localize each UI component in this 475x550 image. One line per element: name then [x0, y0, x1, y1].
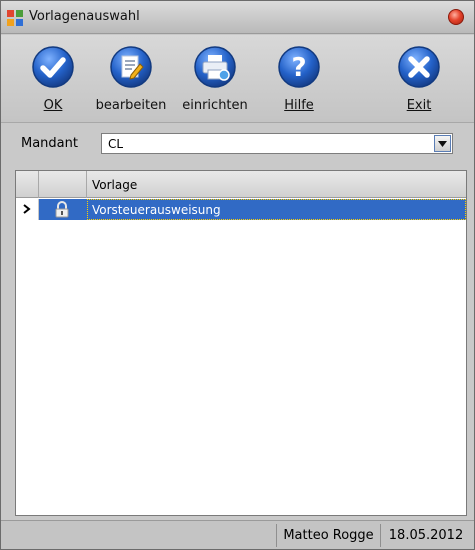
- check-icon: [32, 46, 74, 88]
- bearbeiten-button-label: bearbeiten: [95, 98, 167, 113]
- einrichten-button-label: einrichten: [182, 98, 248, 113]
- close-icon: [398, 46, 440, 88]
- mandant-label: Mandant: [21, 136, 78, 151]
- mandant-row: Mandant CL: [1, 124, 474, 162]
- row-pointer-icon: [23, 204, 31, 214]
- ok-button[interactable]: OK: [13, 41, 93, 119]
- row-indicator-cell: [16, 199, 39, 220]
- row-vorlage-cell[interactable]: Vorsteuerausweisung: [87, 199, 466, 220]
- vorlagen-grid: Vorlage Vorsteuerausweisung: [15, 170, 467, 516]
- mandant-value: CL: [108, 137, 124, 151]
- title-bar[interactable]: Vorlagenauswahl: [1, 1, 474, 34]
- row-vorlage-text: Vorsteuerausweisung: [92, 203, 221, 217]
- mandant-dropdown-button[interactable]: [434, 135, 451, 152]
- window-title: Vorlagenauswahl: [29, 9, 140, 24]
- hilfe-button-label: Hilfe: [284, 98, 314, 113]
- column-header-vorlage[interactable]: Vorlage: [87, 171, 466, 198]
- grid-header: Vorlage: [16, 171, 466, 198]
- help-icon: ?: [278, 46, 320, 88]
- chevron-down-icon: [438, 141, 447, 147]
- hilfe-button[interactable]: ? Hilfe: [259, 41, 339, 119]
- status-date: 18.05.2012: [388, 528, 464, 543]
- toolbar: OK bearbeiten einrichten ? Hilfe Exit: [1, 35, 474, 123]
- bearbeiten-button[interactable]: bearbeiten: [91, 41, 171, 119]
- ok-button-label: OK: [43, 98, 63, 113]
- window: Vorlagenauswahl OK bearbeiten einrichten…: [0, 0, 475, 550]
- window-close-icon[interactable]: [448, 9, 464, 25]
- app-icon: [7, 10, 23, 26]
- status-user: Matteo Rogge: [276, 524, 381, 547]
- lock-icon: [55, 201, 69, 218]
- mandant-select[interactable]: CL: [101, 133, 453, 154]
- status-bar: Matteo Rogge 18.05.2012: [1, 520, 474, 549]
- column-header-indicator: [16, 171, 39, 198]
- table-row[interactable]: Vorsteuerausweisung: [16, 199, 466, 220]
- row-icon-cell: [39, 199, 87, 220]
- exit-button-label: Exit: [406, 98, 432, 113]
- column-header-vorlage-label: Vorlage: [92, 178, 138, 192]
- printer-setup-icon: [194, 46, 236, 88]
- svg-text:?: ?: [291, 53, 306, 83]
- column-header-icon: [39, 171, 87, 198]
- exit-button[interactable]: Exit: [379, 41, 459, 119]
- einrichten-button[interactable]: einrichten: [175, 41, 255, 119]
- edit-document-icon: [110, 46, 152, 88]
